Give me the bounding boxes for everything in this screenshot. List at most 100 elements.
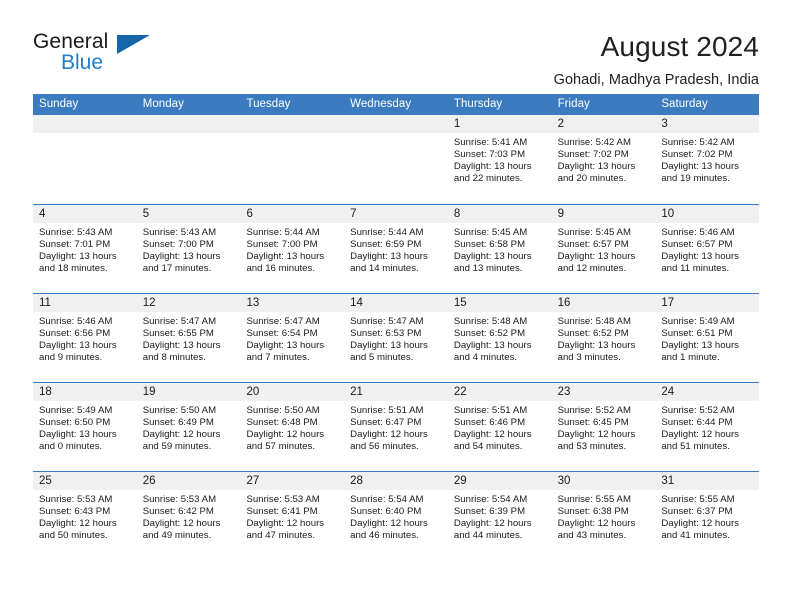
- sunset-text: Sunset: 6:50 PM: [39, 417, 111, 429]
- day-cell[interactable]: 11 Sunrise: 5:46 AM Sunset: 6:56 PM Dayl…: [33, 294, 137, 382]
- day-number: 26: [136, 472, 241, 490]
- daylight-text-line1: Daylight: 13 hours: [142, 251, 221, 263]
- daylight-text-line2: and 5 minutes.: [350, 352, 414, 364]
- day-cell[interactable]: [344, 115, 448, 204]
- daylight-text-line1: Daylight: 12 hours: [142, 429, 221, 441]
- day-number: 29: [447, 472, 552, 490]
- sunrise-text: Sunrise: 5:47 AM: [142, 316, 217, 327]
- daylight-text-line2: and 51 minutes.: [661, 441, 730, 453]
- day-cell[interactable]: [240, 115, 345, 204]
- day-cell[interactable]: 24 Sunrise: 5:52 AM Sunset: 6:44 PM Dayl…: [655, 383, 760, 471]
- day-details: [344, 133, 448, 137]
- day-number: [136, 115, 241, 133]
- calendar-week-row: 11 Sunrise: 5:46 AM Sunset: 6:56 PM Dayl…: [33, 293, 760, 382]
- day-details: Sunrise: 5:50 AM Sunset: 6:48 PM Dayligh…: [240, 401, 344, 453]
- sunset-text: Sunset: 6:46 PM: [453, 417, 526, 429]
- day-details: Sunrise: 5:47 AM Sunset: 6:53 PM Dayligh…: [344, 312, 448, 364]
- day-cell[interactable]: 6 Sunrise: 5:44 AM Sunset: 7:00 PM Dayli…: [240, 205, 345, 293]
- day-details: Sunrise: 5:53 AM Sunset: 6:42 PM Dayligh…: [137, 490, 241, 542]
- day-cell[interactable]: 1 Sunrise: 5:41 AM Sunset: 7:03 PM Dayli…: [447, 115, 552, 204]
- sunset-text: Sunset: 6:48 PM: [246, 417, 318, 429]
- day-cell[interactable]: 13 Sunrise: 5:47 AM Sunset: 6:54 PM Dayl…: [240, 294, 345, 382]
- day-cell[interactable]: 27 Sunrise: 5:53 AM Sunset: 6:41 PM Dayl…: [240, 472, 345, 560]
- daylight-text-line1: Daylight: 12 hours: [246, 518, 325, 530]
- daylight-text-line1: Daylight: 13 hours: [142, 340, 221, 352]
- sunrise-text: Sunrise: 5:49 AM: [661, 316, 735, 327]
- sunrise-text: Sunrise: 5:47 AM: [246, 316, 320, 327]
- day-number: 16: [551, 294, 656, 312]
- day-number: 3: [655, 115, 760, 133]
- sunset-text: Sunset: 7:00 PM: [246, 239, 318, 251]
- day-cell[interactable]: 4 Sunrise: 5:43 AM Sunset: 7:01 PM Dayli…: [33, 205, 137, 293]
- day-cell[interactable]: 25 Sunrise: 5:53 AM Sunset: 6:43 PM Dayl…: [33, 472, 137, 560]
- day-cell[interactable]: 10 Sunrise: 5:46 AM Sunset: 6:57 PM Dayl…: [655, 205, 760, 293]
- day-cell[interactable]: 22 Sunrise: 5:51 AM Sunset: 6:46 PM Dayl…: [447, 383, 552, 471]
- day-cell[interactable]: 15 Sunrise: 5:48 AM Sunset: 6:52 PM Dayl…: [447, 294, 552, 382]
- daylight-text-line2: and 53 minutes.: [557, 441, 627, 453]
- day-number: [240, 115, 345, 133]
- daylight-text-line1: Daylight: 13 hours: [39, 251, 117, 263]
- sunrise-text: Sunrise: 5:46 AM: [39, 316, 113, 327]
- day-details: Sunrise: 5:48 AM Sunset: 6:52 PM Dayligh…: [552, 312, 656, 364]
- sunrise-text: Sunrise: 5:41 AM: [453, 137, 528, 148]
- general-blue-logo[interactable]: General Blue: [33, 30, 151, 78]
- daylight-text-line1: Daylight: 13 hours: [246, 340, 325, 352]
- page-title: August 2024: [600, 31, 759, 62]
- sunset-text: Sunset: 6:52 PM: [557, 328, 629, 340]
- day-number: 4: [33, 205, 137, 223]
- day-details: Sunrise: 5:45 AM Sunset: 6:58 PM Dayligh…: [448, 223, 552, 275]
- logo-text-blue: Blue: [61, 51, 104, 74]
- day-cell[interactable]: 16 Sunrise: 5:48 AM Sunset: 6:52 PM Dayl…: [551, 294, 656, 382]
- sunrise-text: Sunrise: 5:52 AM: [661, 405, 735, 416]
- day-number: 7: [344, 205, 448, 223]
- sunrise-text: Sunrise: 5:43 AM: [39, 227, 113, 238]
- day-number: 2: [551, 115, 656, 133]
- day-details: Sunrise: 5:48 AM Sunset: 6:52 PM Dayligh…: [448, 312, 552, 364]
- day-details: Sunrise: 5:55 AM Sunset: 6:38 PM Dayligh…: [552, 490, 656, 542]
- daylight-text-line1: Daylight: 13 hours: [557, 161, 636, 173]
- day-cell[interactable]: 18 Sunrise: 5:49 AM Sunset: 6:50 PM Dayl…: [33, 383, 137, 471]
- sunrise-text: Sunrise: 5:46 AM: [661, 227, 735, 238]
- daylight-text-line2: and 43 minutes.: [557, 530, 627, 542]
- day-cell[interactable]: 7 Sunrise: 5:44 AM Sunset: 6:59 PM Dayli…: [344, 205, 448, 293]
- day-number: 28: [344, 472, 448, 490]
- day-cell[interactable]: 5 Sunrise: 5:43 AM Sunset: 7:00 PM Dayli…: [136, 205, 241, 293]
- day-cell[interactable]: 9 Sunrise: 5:45 AM Sunset: 6:57 PM Dayli…: [551, 205, 656, 293]
- day-cell[interactable]: 23 Sunrise: 5:52 AM Sunset: 6:45 PM Dayl…: [551, 383, 656, 471]
- day-cell[interactable]: 2 Sunrise: 5:42 AM Sunset: 7:02 PM Dayli…: [551, 115, 656, 204]
- day-cell[interactable]: 28 Sunrise: 5:54 AM Sunset: 6:40 PM Dayl…: [344, 472, 448, 560]
- weekday-header-saturday: Saturday: [661, 98, 708, 110]
- day-number: 27: [240, 472, 345, 490]
- sunrise-text: Sunrise: 5:53 AM: [142, 494, 217, 505]
- day-cell[interactable]: 19 Sunrise: 5:50 AM Sunset: 6:49 PM Dayl…: [136, 383, 241, 471]
- sunrise-text: Sunrise: 5:42 AM: [661, 137, 735, 148]
- day-cell[interactable]: 26 Sunrise: 5:53 AM Sunset: 6:42 PM Dayl…: [136, 472, 241, 560]
- sunset-text: Sunset: 6:59 PM: [350, 239, 422, 251]
- day-cell[interactable]: 30 Sunrise: 5:55 AM Sunset: 6:38 PM Dayl…: [551, 472, 656, 560]
- day-details: Sunrise: 5:54 AM Sunset: 6:40 PM Dayligh…: [344, 490, 448, 542]
- day-cell[interactable]: 8 Sunrise: 5:45 AM Sunset: 6:58 PM Dayli…: [447, 205, 552, 293]
- calendar-grid: Sunday Monday Tuesday Wednesday Thursday…: [33, 94, 760, 560]
- day-cell[interactable]: 14 Sunrise: 5:47 AM Sunset: 6:53 PM Dayl…: [344, 294, 448, 382]
- day-cell[interactable]: 21 Sunrise: 5:51 AM Sunset: 6:47 PM Dayl…: [344, 383, 448, 471]
- day-cell[interactable]: 17 Sunrise: 5:49 AM Sunset: 6:51 PM Dayl…: [655, 294, 760, 382]
- day-cell[interactable]: 29 Sunrise: 5:54 AM Sunset: 6:39 PM Dayl…: [447, 472, 552, 560]
- day-cell[interactable]: 31 Sunrise: 5:55 AM Sunset: 6:37 PM Dayl…: [655, 472, 760, 560]
- sunrise-text: Sunrise: 5:51 AM: [350, 405, 424, 416]
- daylight-text-line1: Daylight: 12 hours: [453, 429, 532, 441]
- day-cell[interactable]: 20 Sunrise: 5:50 AM Sunset: 6:48 PM Dayl…: [240, 383, 345, 471]
- daylight-text-line1: Daylight: 12 hours: [557, 429, 636, 441]
- day-details: Sunrise: 5:53 AM Sunset: 6:43 PM Dayligh…: [33, 490, 137, 542]
- sunrise-text: Sunrise: 5:50 AM: [246, 405, 320, 416]
- day-cell[interactable]: [136, 115, 241, 204]
- day-number: 30: [551, 472, 656, 490]
- weekday-header-sunday: Sunday: [39, 98, 79, 110]
- day-cell[interactable]: 12 Sunrise: 5:47 AM Sunset: 6:55 PM Dayl…: [136, 294, 241, 382]
- day-cell[interactable]: 3 Sunrise: 5:42 AM Sunset: 7:02 PM Dayli…: [655, 115, 760, 204]
- daylight-text-line2: and 47 minutes.: [246, 530, 316, 542]
- sunrise-text: Sunrise: 5:53 AM: [246, 494, 320, 505]
- daylight-text-line2: and 59 minutes.: [142, 441, 212, 453]
- day-cell[interactable]: [33, 115, 137, 204]
- calendar-week-row: 18 Sunrise: 5:49 AM Sunset: 6:50 PM Dayl…: [33, 382, 760, 471]
- daylight-text-line2: and 7 minutes.: [246, 352, 310, 364]
